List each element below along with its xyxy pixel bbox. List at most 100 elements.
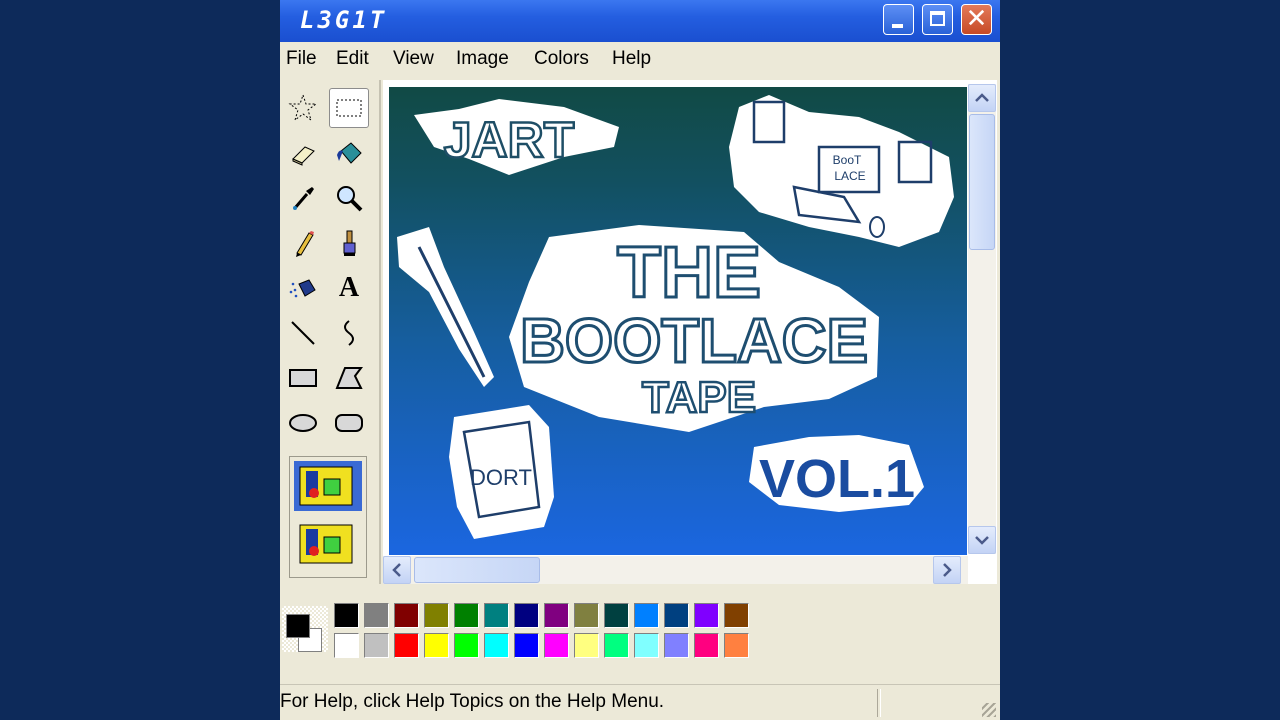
horizontal-scrollbar[interactable] [383, 556, 968, 584]
scroll-right-button[interactable] [933, 556, 961, 584]
art-text-boot: BooT [833, 153, 862, 167]
palette-swatch[interactable] [394, 633, 419, 658]
art-text-jart: JART [444, 112, 575, 168]
menu-view[interactable]: View [393, 48, 434, 70]
palette-swatch[interactable] [484, 603, 509, 628]
fill-bucket-icon [337, 142, 362, 164]
palette-swatch[interactable] [574, 603, 599, 628]
art-text-bootlace: BOOTLACE [520, 307, 868, 376]
palette-swatch[interactable] [364, 633, 389, 658]
tool-magnifier[interactable] [329, 178, 369, 218]
menu-edit[interactable]: Edit [336, 48, 369, 70]
maximize-button[interactable] [922, 4, 953, 35]
palette-swatch[interactable] [484, 633, 509, 658]
palette-swatch[interactable] [634, 633, 659, 658]
option-transparent[interactable] [294, 519, 362, 569]
palette-swatch[interactable] [454, 633, 479, 658]
scroll-left-button[interactable] [383, 556, 411, 584]
chevron-left-icon [392, 563, 401, 577]
palette-swatch[interactable] [454, 603, 479, 628]
palette-swatch[interactable] [544, 603, 569, 628]
palette-swatch[interactable] [424, 633, 449, 658]
tool-options-box [289, 456, 367, 578]
palette-swatch[interactable] [424, 603, 449, 628]
menu-help[interactable]: Help [612, 48, 651, 70]
tool-line[interactable] [283, 313, 323, 353]
minimize-button[interactable] [883, 4, 914, 35]
vertical-scrollbar[interactable] [968, 84, 996, 554]
tool-ellipse[interactable] [283, 403, 323, 443]
vertical-scroll-thumb[interactable] [969, 114, 995, 250]
palette-swatch[interactable] [394, 603, 419, 628]
tool-rectangle[interactable] [283, 358, 323, 398]
tool-curve[interactable] [329, 313, 369, 353]
palette-swatch[interactable] [694, 633, 719, 658]
menu-image[interactable]: Image [456, 48, 509, 70]
palette-swatch[interactable] [724, 633, 749, 658]
resize-grip-icon[interactable] [982, 703, 996, 717]
tool-pencil[interactable] [283, 223, 323, 263]
palette-swatch[interactable] [604, 633, 629, 658]
paper-fork [397, 227, 494, 387]
title-bar[interactable]: L3G1T ✕ [280, 0, 1000, 42]
tool-eraser[interactable] [283, 133, 323, 173]
artwork: JART BooT LACE THE BOOTLACE TAPE DORT VO… [397, 95, 954, 539]
menu-colors[interactable]: Colors [534, 48, 589, 70]
line-icon [291, 321, 315, 345]
tool-rounded-rect[interactable] [329, 403, 369, 443]
option-opaque[interactable] [294, 461, 362, 511]
drawing-canvas[interactable]: JART BooT LACE THE BOOTLACE TAPE DORT VO… [389, 87, 967, 555]
scroll-down-button[interactable] [968, 526, 996, 554]
close-icon: ✕ [965, 4, 988, 34]
rounded-rect-icon [335, 414, 363, 432]
art-text-the: THE [617, 233, 761, 313]
opaque-option-icon [299, 466, 353, 506]
palette-swatch[interactable] [634, 603, 659, 628]
palette-swatch[interactable] [574, 633, 599, 658]
paint-window: L3G1T ✕ File Edit View Image Colors Help [280, 0, 1000, 720]
palette-swatch[interactable] [364, 603, 389, 628]
art-text-vol: VOL.1 [759, 449, 915, 509]
palette-swatch[interactable] [604, 603, 629, 628]
rect-select-icon [336, 99, 362, 117]
transparent-option-icon [299, 524, 353, 564]
palette-swatch[interactable] [514, 633, 539, 658]
palette-swatch[interactable] [334, 633, 359, 658]
scroll-up-button[interactable] [968, 84, 996, 112]
menu-file[interactable]: File [286, 48, 317, 70]
rectangle-icon [289, 369, 317, 387]
status-text: For Help, click Help Topics on the Help … [280, 691, 665, 712]
horizontal-scroll-thumb[interactable] [414, 557, 540, 583]
menu-bar: File Edit View Image Colors Help [280, 42, 1000, 76]
art-text-tape: TAPE [642, 373, 756, 422]
art-text-dort: DORT [470, 465, 532, 490]
palette-swatch[interactable] [544, 633, 569, 658]
status-bar: For Help, click Help Topics on the Help … [280, 684, 1000, 720]
close-button[interactable]: ✕ [961, 4, 992, 35]
toolbox: A [280, 80, 381, 584]
text-icon: A [338, 272, 360, 303]
palette-swatch[interactable] [664, 603, 689, 628]
color-picker-icon [293, 187, 314, 210]
palette-swatch[interactable] [724, 603, 749, 628]
tool-polygon[interactable] [329, 358, 369, 398]
tool-text[interactable]: A [329, 268, 369, 308]
pencil-icon [296, 231, 314, 257]
canvas-area: JART BooT LACE THE BOOTLACE TAPE DORT VO… [383, 80, 997, 584]
foreground-color[interactable] [286, 614, 310, 638]
current-colors[interactable] [282, 606, 328, 652]
palette-swatch[interactable] [664, 633, 689, 658]
palette-swatch[interactable] [334, 603, 359, 628]
palette-swatch[interactable] [694, 603, 719, 628]
tool-brush[interactable] [329, 223, 369, 263]
status-divider [877, 689, 881, 717]
tool-rect-select[interactable] [329, 88, 369, 128]
palette-swatch[interactable] [514, 603, 539, 628]
tool-free-form-select[interactable] [283, 88, 323, 128]
airbrush-icon [289, 279, 316, 298]
tool-fill[interactable] [329, 133, 369, 173]
tool-airbrush[interactable] [283, 268, 323, 308]
color-palette [280, 590, 1000, 680]
tool-pick-color[interactable] [283, 178, 323, 218]
magnifier-icon [337, 186, 363, 212]
